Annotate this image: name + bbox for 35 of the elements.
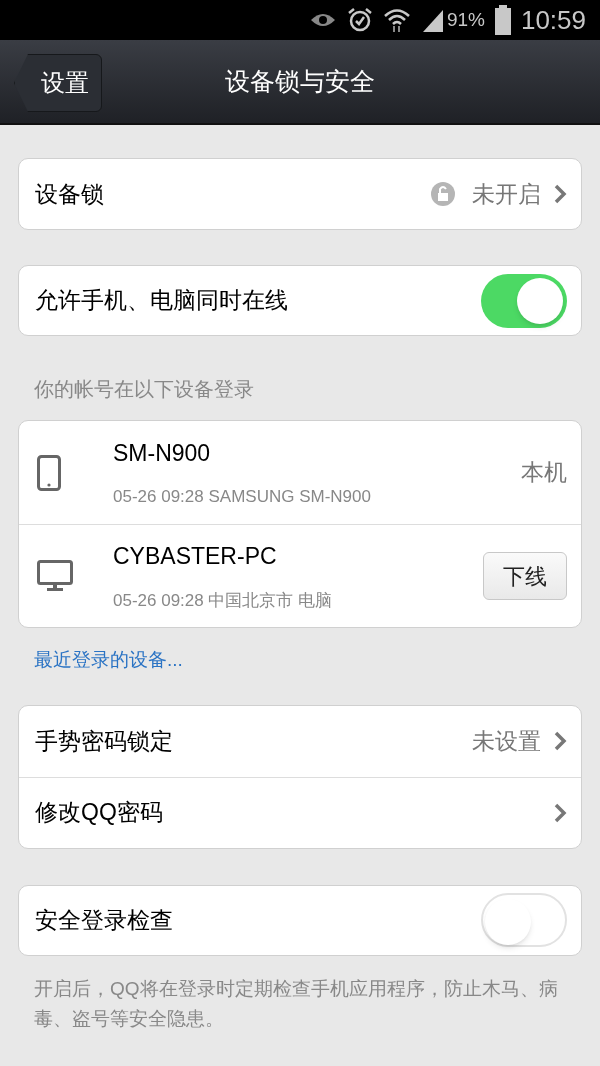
- signal-icon: [420, 8, 445, 32]
- login-detail: 05-26 09:28 SAMSUNG SM-N900: [113, 486, 372, 508]
- back-button[interactable]: 设置: [14, 54, 102, 112]
- row-label: 安全登录检查: [35, 905, 174, 935]
- chevron-right-icon: [553, 730, 567, 752]
- recent-devices-link[interactable]: 最近登录的设备...: [34, 649, 183, 670]
- row-label: 设备锁: [35, 179, 105, 209]
- current-device-label: 本机: [521, 458, 567, 488]
- device-name: SM-N900: [113, 438, 212, 468]
- settings-row[interactable]: 修改QQ密码: [19, 776, 581, 848]
- device-name: CYBASTER-PC: [113, 542, 278, 571]
- phone-icon: [37, 454, 61, 491]
- toggle-switch[interactable]: [481, 273, 567, 328]
- chevron-right-icon: [553, 801, 567, 824]
- row-value: 未开启: [472, 179, 541, 209]
- login-detail: 05-26 09:28 中国北京市 电脑: [113, 589, 334, 612]
- logout-button[interactable]: 下线: [483, 552, 567, 600]
- row-label: 修改QQ密码: [35, 798, 164, 828]
- alarm-clock-icon: [346, 7, 373, 33]
- lock-icon: [430, 181, 456, 207]
- row-label: 允许手机、电脑同时在线: [35, 286, 289, 316]
- chevron-right-icon: [553, 183, 567, 205]
- clock-time: 10:59: [520, 3, 586, 37]
- section-header: 你的帐号在以下设备登录: [34, 378, 254, 400]
- settings-row[interactable]: 手势密码锁定 未设置: [19, 705, 581, 777]
- page-title: 设备锁与安全: [225, 65, 375, 97]
- device-lock-row[interactable]: 设备锁 未开启: [18, 158, 582, 230]
- battery-percent: 91%: [446, 7, 485, 32]
- battery-icon: [494, 5, 511, 35]
- footer-note: 开启后，QQ将在登录时定期检查手机应用程序，防止木马、病毒、盗号等安全隐患。: [34, 976, 559, 1031]
- row-label: 手势密码锁定: [35, 726, 174, 756]
- toggle-switch[interactable]: [481, 893, 567, 947]
- wifi-icon: [382, 7, 411, 33]
- monitor-icon: [37, 560, 73, 592]
- row-value: 未设置: [472, 726, 541, 756]
